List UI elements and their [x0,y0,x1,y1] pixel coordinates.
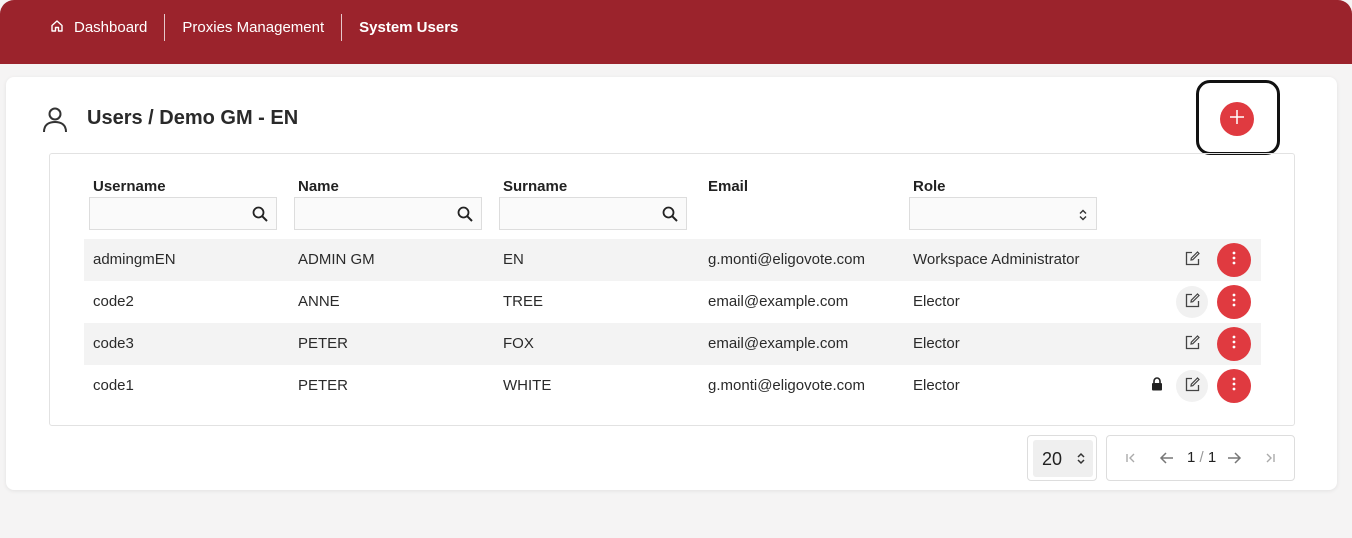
surname-filter-input[interactable] [499,197,687,230]
cell-email: g.monti@eligovote.com [708,377,865,394]
edit-button[interactable] [1176,244,1208,276]
cell-role: Elector [913,293,960,310]
cell-role: Elector [913,335,960,352]
cell-surname: WHITE [503,377,552,394]
plus-icon [1229,109,1245,130]
current-page: 1 [1187,449,1196,466]
search-icon[interactable] [457,206,473,227]
top-nav-bar: Dashboard Proxies Management System User… [0,0,1352,64]
first-page-icon[interactable] [1125,450,1137,471]
nav-dashboard-label: Dashboard [74,19,148,36]
edit-button[interactable] [1176,286,1208,318]
nav-proxies-management[interactable]: Proxies Management [164,14,341,41]
updown-icon [1076,452,1086,470]
edit-icon [1185,250,1200,270]
nav-dashboard[interactable]: Dashboard [50,14,164,41]
cell-username: admingmEN [93,251,176,268]
role-filter-select[interactable] [909,197,1097,230]
more-actions-button[interactable] [1217,285,1251,319]
edit-button[interactable] [1176,328,1208,360]
cell-name: PETER [298,377,349,394]
cell-username: code2 [93,293,134,310]
arrow-right-icon[interactable] [1226,450,1242,471]
page-title: Users / Demo GM - EN [87,107,299,129]
search-icon[interactable] [252,206,268,227]
edit-button[interactable] [1176,370,1208,402]
edit-icon [1185,334,1200,354]
more-vertical-icon [1232,293,1236,311]
column-header-email: Email [708,178,749,195]
column-header-role: Role [913,178,946,195]
breadcrumb-nav: Dashboard Proxies Management System User… [50,14,475,41]
cell-username: code1 [93,377,134,394]
edit-icon [1185,292,1200,312]
search-icon[interactable] [662,206,678,227]
username-filter-input[interactable] [89,197,277,230]
table-row: admingmEN ADMIN GM EN g.monti@eligovote.… [84,239,1261,281]
table-row: code3 PETER FOX email@example.com Electo… [84,323,1261,365]
more-vertical-icon [1232,377,1236,395]
cell-email: g.monti@eligovote.com [708,251,865,268]
page-size-value: 20 [1042,449,1063,469]
updown-icon [1078,208,1088,226]
cell-surname: EN [503,251,524,268]
edit-icon [1185,376,1200,396]
arrow-left-icon[interactable] [1159,450,1175,471]
pagination: 1 / 1 [1106,435,1295,481]
more-actions-button[interactable] [1217,369,1251,403]
users-card: Users / Demo GM - EN Username Name Surna… [6,77,1337,490]
page-size-field: 20 [1033,440,1093,477]
home-icon [50,19,74,37]
cell-role: Elector [913,377,960,394]
cell-username: code3 [93,335,134,352]
page-indicator: 1 / 1 [1187,449,1216,466]
cell-email: email@example.com [708,293,849,310]
more-vertical-icon [1232,335,1236,353]
nav-system-users-label: System Users [359,19,459,36]
table-row: code2 ANNE TREE email@example.com Electo… [84,281,1261,323]
more-vertical-icon [1232,251,1236,269]
cell-surname: TREE [503,293,544,310]
more-actions-button[interactable] [1217,327,1251,361]
page-size-select[interactable]: 20 [1027,435,1097,481]
column-header-username: Username [93,178,166,195]
nav-proxies-label: Proxies Management [182,19,325,36]
page-separator: / [1199,449,1204,466]
cell-name: PETER [298,335,349,352]
cell-name: ANNE [298,293,340,310]
cell-name: ADMIN GM [298,251,375,268]
column-header-surname: Surname [503,178,568,195]
lock-icon [1151,377,1163,395]
cell-surname: FOX [503,335,534,352]
add-user-button[interactable] [1220,102,1254,136]
cell-role: Workspace Administrator [913,251,1080,268]
table-row: code1 PETER WHITE g.monti@eligovote.com … [84,365,1261,407]
users-table: Username Name Surname Email Role admingm… [49,153,1295,426]
user-icon [42,106,68,138]
cell-email: email@example.com [708,335,849,352]
more-actions-button[interactable] [1217,243,1251,277]
last-page-icon[interactable] [1264,450,1276,471]
column-header-name: Name [298,178,339,195]
total-pages: 1 [1207,449,1217,466]
name-filter-input[interactable] [294,197,482,230]
nav-system-users[interactable]: System Users [341,14,475,41]
